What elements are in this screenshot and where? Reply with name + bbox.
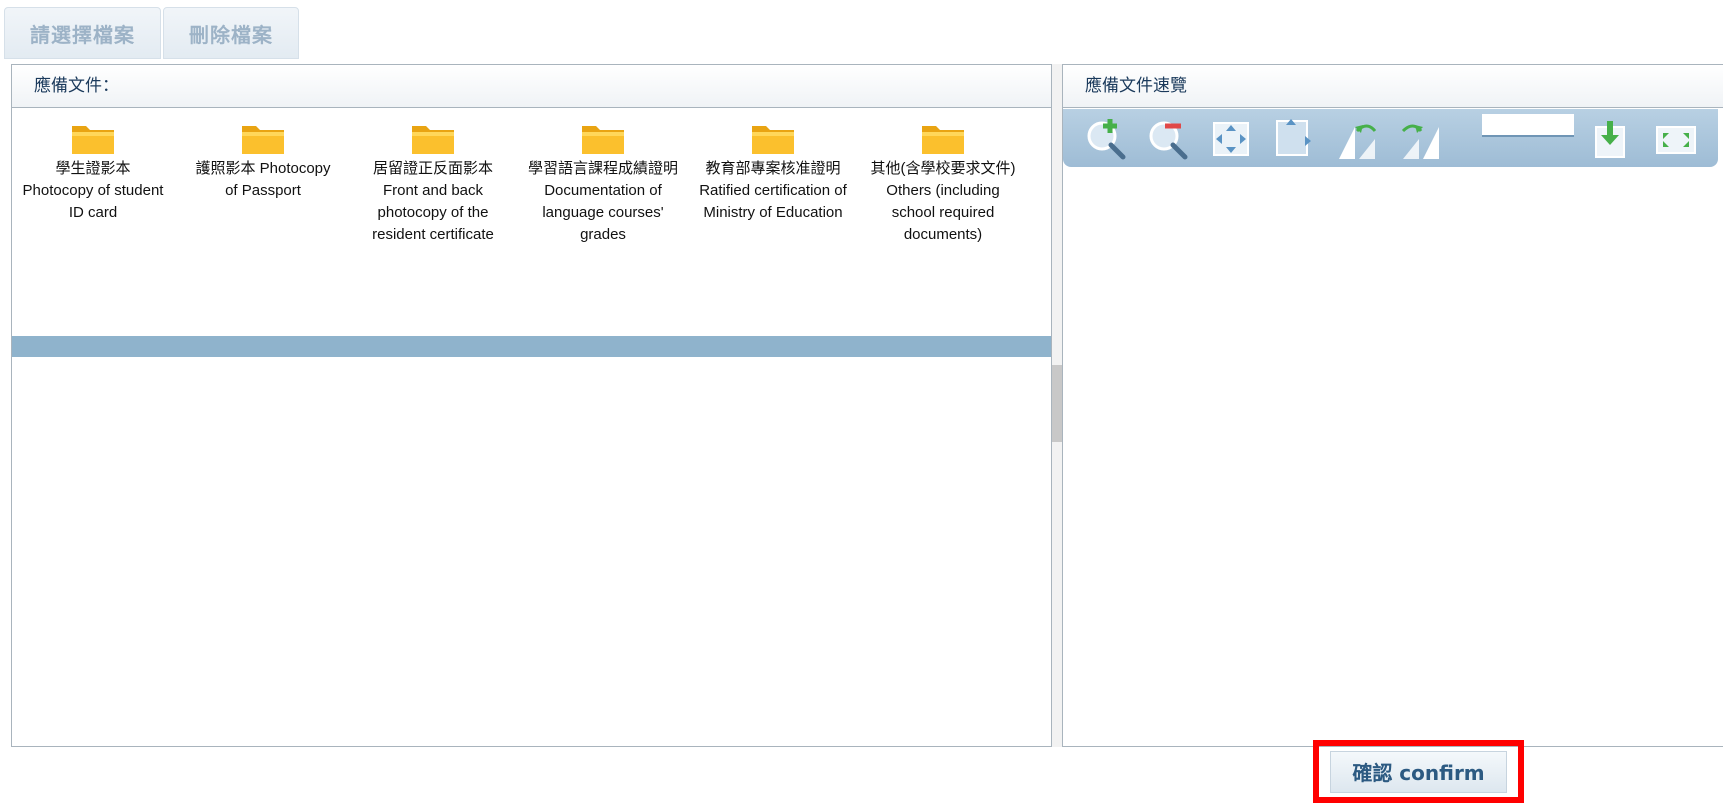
viewer-toolbar [1063,109,1718,167]
section-divider-bar [12,336,1051,357]
confirm-highlight-box: 確認 confirm [1313,740,1524,803]
panel-title: 應備文件速覽 [1063,65,1723,108]
folder-item-resident-certificate[interactable]: 居留證正反面影本 Front and back photocopy of the… [358,108,508,246]
fit-width-icon[interactable] [1271,117,1317,161]
folder-label: 學生證影本 Photocopy of student ID card [22,160,164,221]
folder-icon [242,126,284,154]
folder-item-passport[interactable]: 護照影本 Photocopy of Passport [188,108,338,202]
folder-icon [752,126,794,154]
folder-icon [582,126,624,154]
rotate-left-icon[interactable] [1335,117,1381,161]
folder-item-moe-certification[interactable]: 教育部專案核准證明 Ratified certification of Mini… [698,108,848,224]
splitter-handle[interactable] [1052,365,1062,442]
delete-file-button[interactable]: 刪除檔案 [163,7,299,59]
download-icon[interactable] [1588,117,1634,161]
zoom-in-icon[interactable] [1083,117,1129,161]
zoom-out-icon[interactable] [1145,117,1191,161]
fit-page-icon[interactable] [1208,117,1254,161]
folder-item-others[interactable]: 其他(含學校要求文件) Others (including school req… [868,108,1018,246]
fullscreen-icon[interactable] [1653,117,1699,161]
folder-label: 教育部專案核准證明 Ratified certification of Mini… [699,160,847,221]
folder-item-language-grades[interactable]: 學習語言課程成績證明 Documentation of language cou… [528,108,678,246]
folder-grid: 學生證影本 Photocopy of student ID card 護照影本 … [12,108,1052,335]
folder-item-student-id[interactable]: 學生證影本 Photocopy of student ID card [18,108,168,224]
folder-label: 其他(含學校要求文件) Others (including school req… [870,160,1016,243]
document-preview-panel: 應備文件速覽 [1062,64,1723,747]
select-file-button[interactable]: 請選擇檔案 [4,7,161,59]
folder-icon [922,126,964,154]
folder-label: 護照影本 Photocopy of Passport [195,160,331,199]
rotate-right-icon[interactable] [1397,117,1443,161]
page-number-input[interactable] [1482,114,1574,137]
folder-label: 居留證正反面影本 Front and back photocopy of the… [372,160,494,243]
panel-title: 應備文件： [12,65,1051,108]
required-documents-panel: 應備文件： 學生證影本 Photocopy of student ID card… [11,64,1052,747]
confirm-button[interactable]: 確認 confirm [1330,750,1507,793]
folder-icon [72,126,114,154]
folder-icon [412,126,454,154]
folder-label: 學習語言課程成績證明 Documentation of language cou… [528,160,679,243]
